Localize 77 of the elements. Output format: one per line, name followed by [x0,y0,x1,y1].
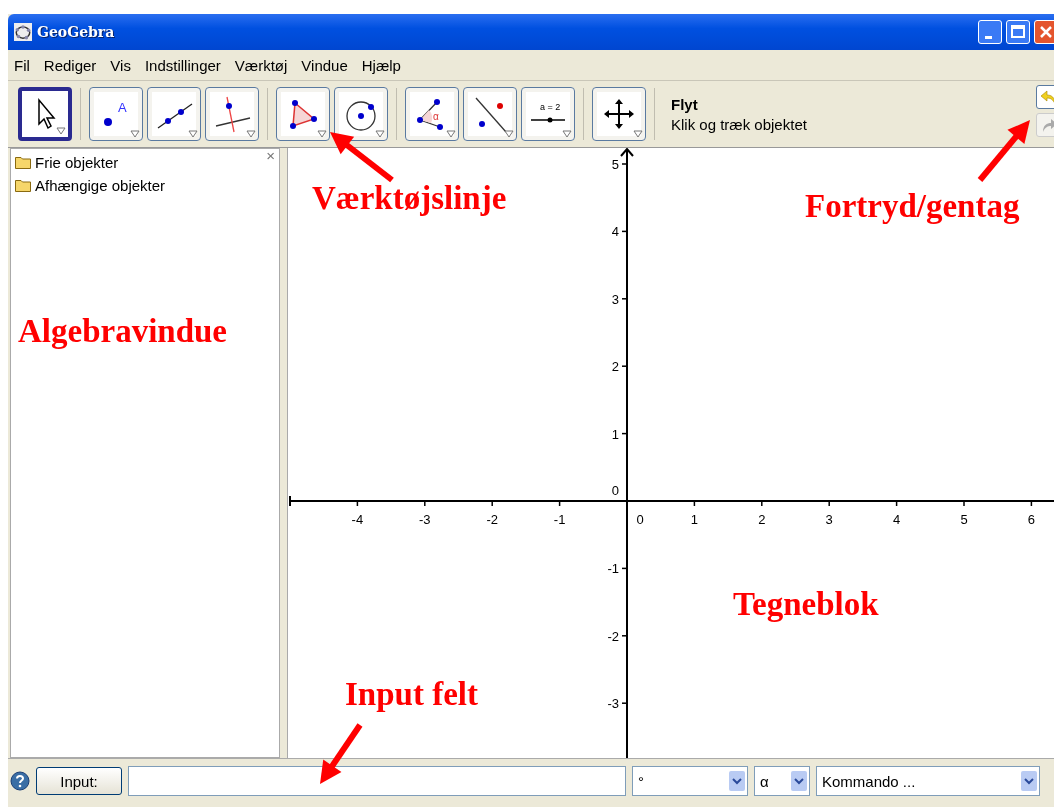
chevron-down-icon [1021,771,1037,791]
annotation-arrow [330,132,394,183]
tree-item[interactable]: Afhængige objekter [35,176,166,195]
axis-label: 0 [611,483,619,498]
annotation-label: Værktøjslinje [312,179,507,218]
slider-tool-button[interactable]: a = 2 [521,87,575,141]
axis-label: 1 [611,426,619,442]
annotation-label: Input felt [345,675,478,714]
dropdown-triangle-icon [446,130,456,138]
move-tool-button[interactable] [18,87,72,141]
folder-icon [15,156,31,169]
annotation-label: Fortryd/gentag [805,187,1020,226]
close-button[interactable]: × [266,147,275,164]
dropdown-triangle-icon [188,130,198,138]
axis-label: 2 [611,359,619,375]
axis-label: -1 [553,512,566,527]
dropdown-triangle-icon [375,130,385,138]
annotation-arrow [977,120,1030,182]
axis-label: 1 [690,512,698,527]
folder-icon [15,179,31,192]
axis-label: -1 [607,561,619,577]
degree-dropdown[interactable]: ° [632,766,748,796]
annotation-arrow [320,723,363,784]
annotation-label: Tegneblok [733,585,879,624]
app-icon [14,23,32,41]
help-icon[interactable] [10,771,30,791]
axis-label: 4 [893,512,901,527]
tool-help-text: Klik og træk objektet [671,115,808,133]
circle-tool-button[interactable] [334,87,388,141]
axis-label: -3 [607,696,619,712]
input-field[interactable] [128,766,626,796]
window-title: GeoGebra [37,24,116,40]
polygon-tool-button[interactable] [276,87,330,141]
menu-item[interactable]: Værktøj [232,56,290,74]
axis-label: 2 [758,512,766,527]
symbol-dropdown[interactable]: α [754,766,810,796]
axis-label: 5 [611,157,619,172]
move-view-tool-button[interactable] [592,87,646,141]
menu-item[interactable]: Fil [12,56,32,74]
tree-item[interactable]: Frie objekter [35,153,119,172]
axis-label: 4 [611,224,619,240]
reflect-tool-button[interactable] [463,87,517,141]
menu-item[interactable]: Vindue [299,56,350,74]
annotation-label: Algebravindue [18,312,228,351]
perpendicular-tool-button[interactable] [205,87,259,141]
point-tool-button[interactable]: A [89,87,143,141]
axis-label: 0 [636,512,644,527]
menu-item[interactable]: Rediger [41,56,99,74]
dropdown-triangle-icon [562,130,572,138]
close-button[interactable] [1034,20,1054,44]
input-button[interactable]: Input: [36,767,122,795]
axis-label: 5 [960,512,968,527]
minimize-icon [984,35,992,39]
menu-item[interactable]: Vis [108,56,133,74]
axis-label: -4 [351,512,364,527]
axis-label: 3 [611,291,619,307]
dropdown-triangle-icon [504,130,514,138]
axis-label: -2 [607,628,619,644]
dropdown-triangle-icon [317,130,327,138]
dropdown-triangle-icon [633,130,643,138]
axis-label: -3 [419,512,431,527]
tool-name: Flyt [671,95,699,113]
axis-label: -2 [486,512,498,527]
dropdown-triangle-icon [56,127,66,135]
axis-label: 6 [1027,512,1035,527]
minimize-button[interactable] [978,20,1002,44]
chevron-down-icon [791,771,807,791]
line-tool-button[interactable] [147,87,201,141]
chevron-down-icon [729,771,745,791]
maximize-button[interactable] [1006,20,1030,44]
dropdown-triangle-icon [246,130,256,138]
axis-label: 3 [825,512,833,527]
dropdown-triangle-icon [130,130,140,138]
menu-item[interactable]: Indstillinger [142,56,223,74]
angle-tool-button[interactable]: α [405,87,459,141]
menu-item[interactable]: Hjælp [359,56,403,74]
command-dropdown[interactable]: Kommando ... [816,766,1040,796]
